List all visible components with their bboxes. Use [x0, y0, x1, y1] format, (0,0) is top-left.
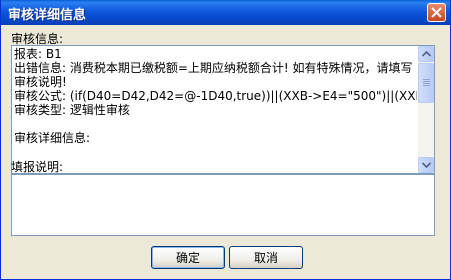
close-icon [431, 7, 442, 18]
audit-info-content: 报表: B1 出错信息: 消费税本期已缴税额=上期应纳税额合计! 如有特殊情况，… [14, 47, 417, 171]
scroll-thumb[interactable] [418, 63, 434, 103]
info-line-formula: 审核公式: (if(D40=D42,D42=@-1D40,true))||(XX… [14, 89, 417, 103]
arrow-down-icon [422, 162, 431, 168]
info-line-type: 审核类型: 逻辑性审核 [14, 103, 130, 117]
info-line-report: 报表: B1 [14, 47, 62, 61]
ok-button[interactable]: 确定 [151, 246, 225, 269]
scroll-up-button[interactable] [418, 46, 434, 62]
window-title: 审核详细信息 [8, 8, 87, 23]
audit-info-textarea[interactable]: 报表: B1 出错信息: 消费税本期已缴税额=上期应纳税额合计! 如有特殊情况，… [11, 45, 435, 174]
close-button[interactable] [427, 3, 446, 22]
info-line-error: 出错信息: 消费税本期已缴税额=上期应纳税额合计! 如有特殊情况，请填写审核说明… [14, 61, 413, 89]
note-label: 填报说明: [11, 160, 64, 174]
dialog-window: 审核详细信息 审核信息: 报表: B1 出错信息: 消费税本期已缴税额=上期应纳… [0, 0, 451, 280]
cancel-button[interactable]: 取消 [229, 246, 303, 269]
info-line-detail: 审核详细信息: [14, 131, 91, 145]
info-line-blank [14, 117, 417, 131]
title-bar[interactable]: 审核详细信息 [1, 0, 450, 25]
note-textarea[interactable] [11, 174, 435, 236]
scroll-down-button[interactable] [418, 157, 434, 173]
vertical-scrollbar[interactable] [418, 46, 434, 173]
arrow-up-icon [422, 51, 431, 57]
